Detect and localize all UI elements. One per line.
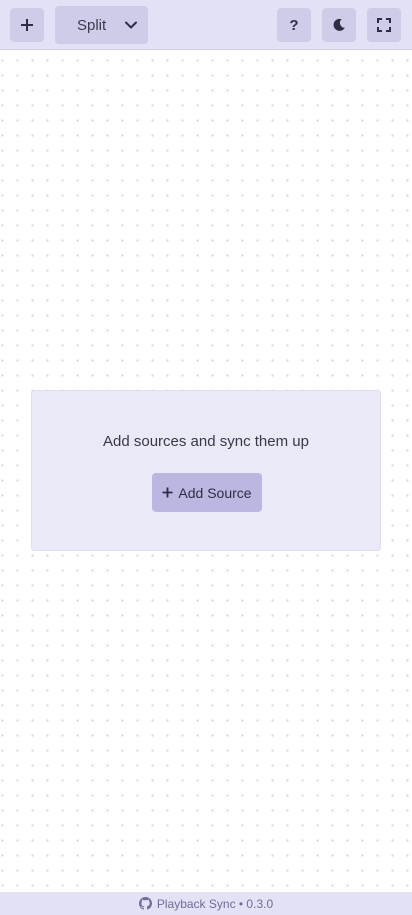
plus-icon [21,19,33,31]
plus-icon [162,487,173,498]
empty-state-card: Add sources and sync them up Add Source [31,390,381,551]
fullscreen-button[interactable] [367,8,401,42]
footer: Playback Sync • 0.3.0 [0,892,412,915]
top-toolbar: Split ? [0,0,412,50]
chevron-down-icon [125,21,137,29]
add-source-button[interactable]: Add Source [152,473,262,512]
help-icon: ? [289,16,299,34]
footer-text[interactable]: Playback Sync • 0.3.0 [157,897,273,911]
add-source-label: Add Source [178,484,252,501]
moon-icon [333,18,345,31]
fullscreen-icon [377,18,391,32]
github-icon[interactable] [138,897,152,910]
layout-select-value: Split [77,17,107,34]
layout-select[interactable]: Split [55,6,148,44]
empty-state-message: Add sources and sync them up [103,433,309,450]
add-button[interactable] [10,8,44,42]
help-button[interactable]: ? [277,8,311,42]
theme-toggle-button[interactable] [322,8,356,42]
